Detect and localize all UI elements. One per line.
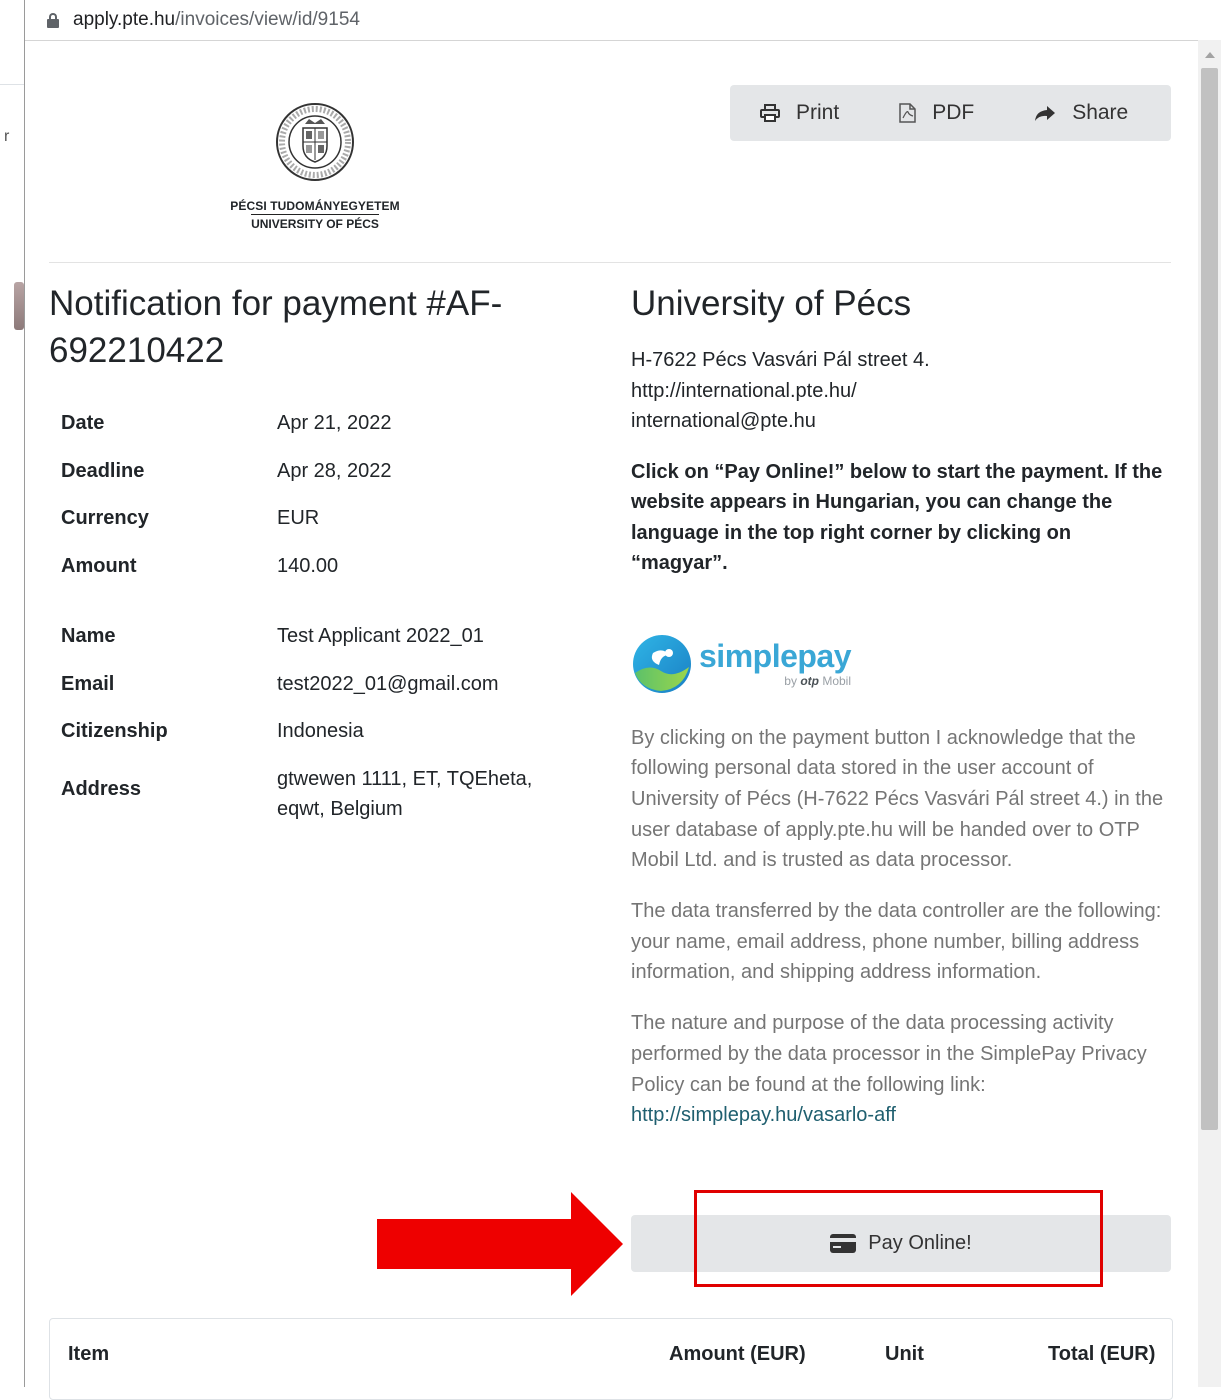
items-header-unit: Unit — [885, 1343, 924, 1365]
logo-hungarian-name: PÉCSI TUDOMÁNYEGYETEM — [230, 199, 400, 213]
detail-row-address: Address gtwewen 1111, ET, TQEheta, eqwt, … — [61, 756, 581, 844]
items-header-amount: Amount (EUR) — [669, 1343, 806, 1365]
detail-label: Email — [61, 672, 115, 695]
pdf-button[interactable]: PDF — [899, 101, 974, 125]
detail-row-email: Email test2022_01@gmail.com — [61, 661, 581, 709]
detail-value: Indonesia — [277, 720, 364, 743]
red-arrow-annotation-icon — [377, 1192, 623, 1296]
header-divider — [49, 262, 1171, 263]
detail-label: Date — [61, 412, 105, 435]
university-seal-icon — [276, 103, 354, 181]
red-highlight-box-annotation — [694, 1190, 1103, 1287]
browser-popup-window: apply.pte.hu/invoices/view/id/9154 PÉCSI… — [24, 0, 1221, 1400]
background-image-fragment — [14, 282, 24, 330]
detail-label: Amount — [61, 554, 137, 577]
detail-value: Apr 21, 2022 — [277, 412, 392, 435]
detail-value: gtwewen 1111, ET, TQEheta, eqwt, Belgium — [277, 767, 533, 820]
detail-value: Test Applicant 2022_01 — [277, 625, 484, 648]
page-title: Notification for payment #AF-692210422 — [49, 284, 503, 370]
print-label: Print — [796, 101, 840, 124]
url-text[interactable]: apply.pte.hu/invoices/view/id/9154 — [73, 9, 360, 31]
payment-instructions: Click on “Pay Online!” below to start th… — [631, 460, 1163, 575]
background-text-fragment: r — [4, 128, 10, 145]
detail-value: test2022_01@gmail.com — [277, 672, 499, 695]
consent-paragraph-3: The nature and purpose of the data proce… — [631, 1008, 1171, 1131]
university-logo: PÉCSI TUDOMÁNYEGYETEM UNIVERSITY OF PÉCS — [215, 102, 415, 233]
organization-email: international@pte.hu — [631, 410, 816, 432]
detail-row-amount: Amount 140.00 — [61, 543, 581, 591]
detail-label: Deadline — [61, 459, 145, 482]
print-button[interactable]: Print — [760, 101, 839, 125]
simplepay-policy-link[interactable]: http://simplepay.hu/vasarlo-aff — [631, 1104, 896, 1126]
share-label: Share — [1072, 101, 1129, 124]
simplepay-logo: simplepay by otp Mobil — [631, 629, 1171, 699]
organization-name: University of Pécs — [631, 284, 912, 323]
detail-value: EUR — [277, 507, 320, 530]
logo-english-name: UNIVERSITY OF PÉCS — [251, 214, 379, 231]
detail-label: Address — [61, 777, 142, 800]
organization-panel: University of Pécs H-7622 Pécs Vasvári P… — [631, 280, 1171, 1131]
printer-icon — [760, 104, 780, 122]
detail-row-date: Date Apr 21, 2022 — [61, 400, 581, 448]
url-host: apply.pte.hu — [73, 9, 176, 30]
share-button[interactable]: Share — [1034, 101, 1128, 125]
url-path: /invoices/view/id/9154 — [175, 9, 360, 30]
detail-row-deadline: Deadline Apr 28, 2022 — [61, 448, 581, 496]
scrollbar[interactable] — [1198, 40, 1221, 1387]
lock-icon — [47, 13, 59, 28]
consent-paragraph-3-text: The nature and purpose of the data proce… — [631, 1012, 1147, 1096]
consent-paragraph-1: By clicking on the payment button I ackn… — [631, 726, 1164, 872]
items-header-item: Item — [68, 1343, 110, 1365]
share-arrow-icon — [1034, 105, 1056, 122]
detail-label: Currency — [61, 507, 149, 530]
scroll-up-arrow-icon[interactable] — [1205, 52, 1215, 58]
organization-contact: H-7622 Pécs Vasvári Pál street 4. http:/… — [631, 345, 1171, 437]
simplepay-brand: simplepay — [699, 637, 852, 674]
address-bar[interactable]: apply.pte.hu/invoices/view/id/9154 — [25, 0, 1221, 41]
detail-row-currency: Currency EUR — [61, 495, 581, 543]
detail-label: Citizenship — [61, 720, 168, 743]
items-header-total: Total (EUR) — [1048, 1343, 1156, 1365]
simplepay-swirl-icon — [633, 634, 691, 693]
detail-row-citizenship: Citizenship Indonesia — [61, 708, 581, 756]
simplepay-byline: by otp Mobil — [784, 673, 852, 688]
scrollbar-thumb[interactable] — [1201, 68, 1218, 1130]
items-table: Item Amount (EUR) Unit Total (EUR) — [49, 1318, 1173, 1400]
detail-label: Name — [61, 625, 116, 648]
organization-website: http://international.pte.hu/ — [631, 379, 857, 402]
pdf-file-icon — [899, 103, 916, 123]
consent-paragraph-2: The data transferred by the data control… — [631, 900, 1162, 984]
pdf-label: PDF — [932, 101, 975, 124]
detail-row-name: Name Test Applicant 2022_01 — [61, 613, 581, 661]
organization-address: H-7622 Pécs Vasvári Pál street 4. — [631, 349, 930, 371]
background-divider — [0, 84, 24, 85]
invoice-details: Date Apr 21, 2022 Deadline Apr 28, 2022 Cu… — [61, 400, 581, 844]
background-page: r — [0, 0, 24, 1387]
action-toolbar: Print PDF Share — [730, 85, 1171, 141]
detail-value: Apr 28, 2022 — [277, 459, 392, 482]
detail-value: 140.00 — [277, 554, 339, 577]
